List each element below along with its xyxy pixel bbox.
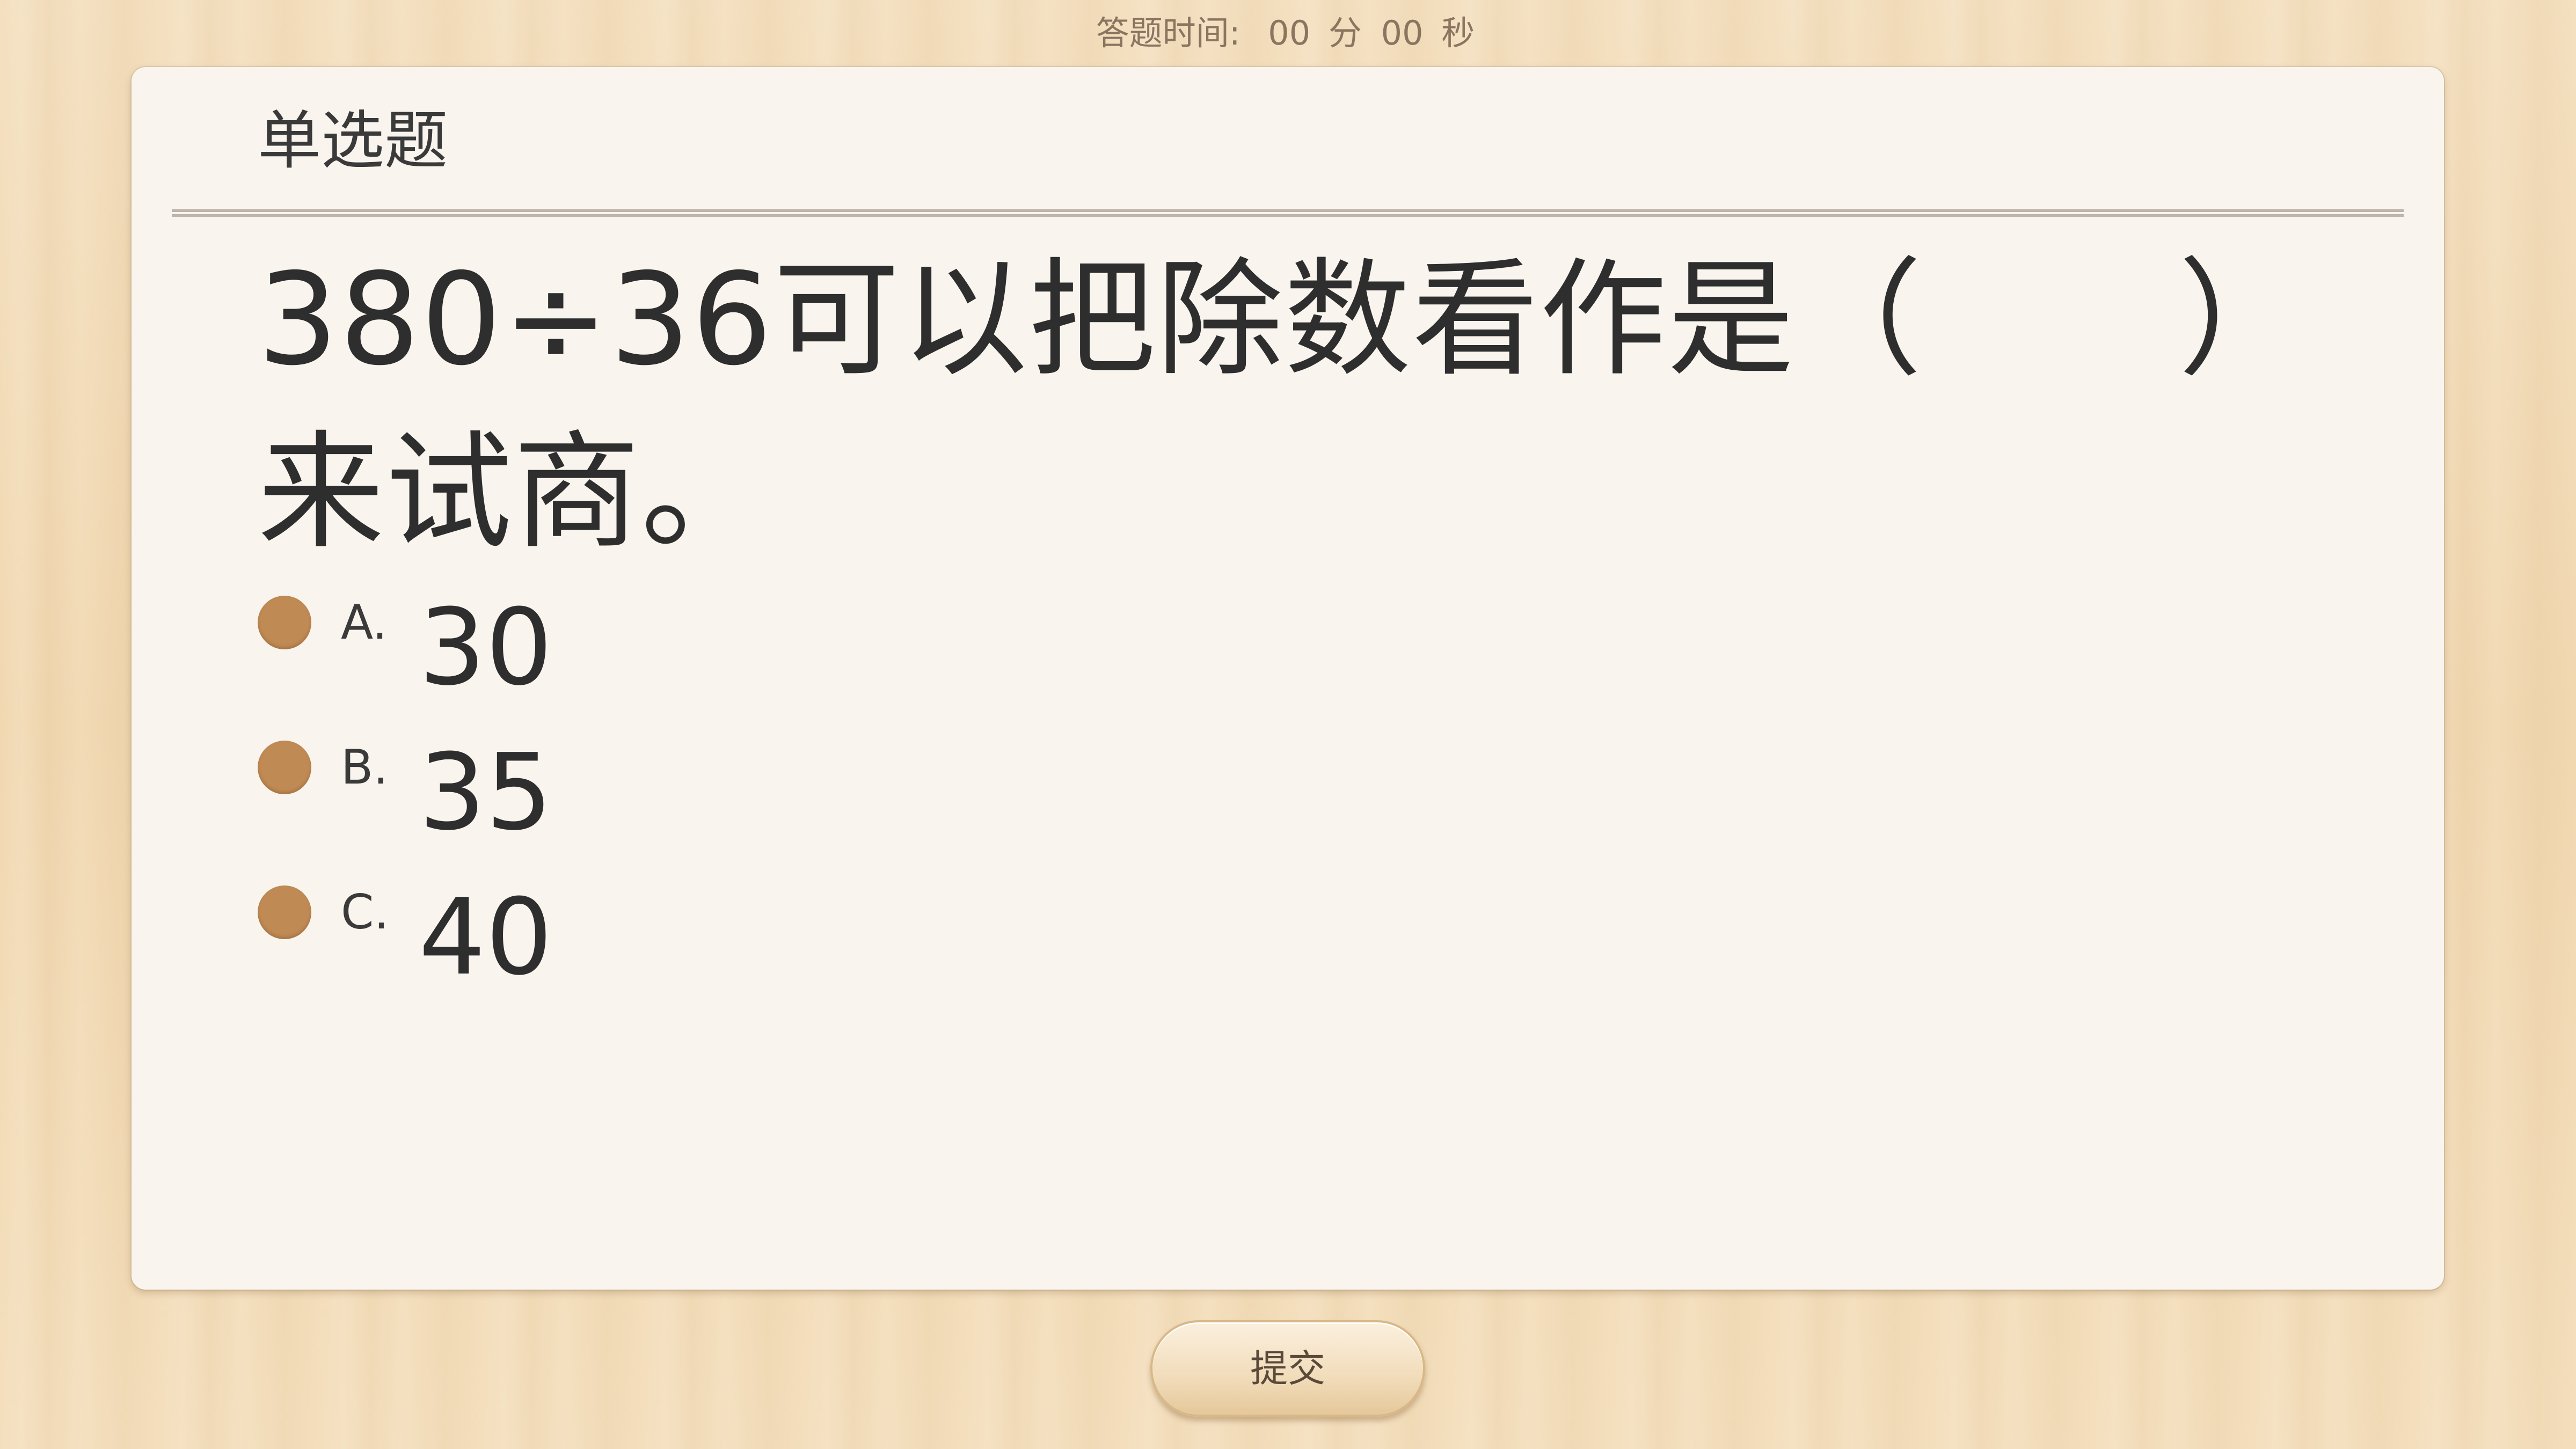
option-letter: C. — [341, 884, 389, 940]
question-type: 单选题 — [258, 104, 448, 178]
question-card: 单选题 380÷36可以把除数看作是（ ）来试商。 A. 30 B. 35 C.… — [132, 67, 2444, 1290]
option-c[interactable]: C. 40 — [258, 881, 1009, 1030]
option-value: 40 — [419, 876, 553, 999]
timer-minutes: 00 — [1268, 13, 1311, 53]
options-list: A. 30 B. 35 C. 40 — [258, 591, 1009, 1030]
radio-button-icon[interactable] — [258, 596, 311, 649]
timer-seconds: 00 — [1381, 13, 1424, 53]
option-a[interactable]: A. 30 — [258, 591, 1009, 741]
timer-seconds-unit: 秒 — [1441, 13, 1475, 53]
radio-button-icon[interactable] — [258, 741, 311, 794]
option-letter: A. — [341, 595, 388, 650]
option-b[interactable]: B. 35 — [258, 736, 1009, 885]
question-text: 380÷36可以把除数看作是（ ）来试商。 — [258, 246, 2307, 566]
divider — [172, 209, 2404, 217]
timer-minutes-unit: 分 — [1328, 13, 1362, 53]
timer-label: 答题时间: — [1096, 13, 1240, 53]
option-letter: B. — [341, 740, 389, 795]
timer: 答题时间: 00 分 00 秒 — [0, 6, 2576, 60]
radio-button-icon[interactable] — [258, 885, 311, 939]
option-value: 30 — [419, 587, 553, 709]
submit-button[interactable]: 提交 — [1150, 1320, 1425, 1417]
option-value: 35 — [419, 731, 553, 854]
